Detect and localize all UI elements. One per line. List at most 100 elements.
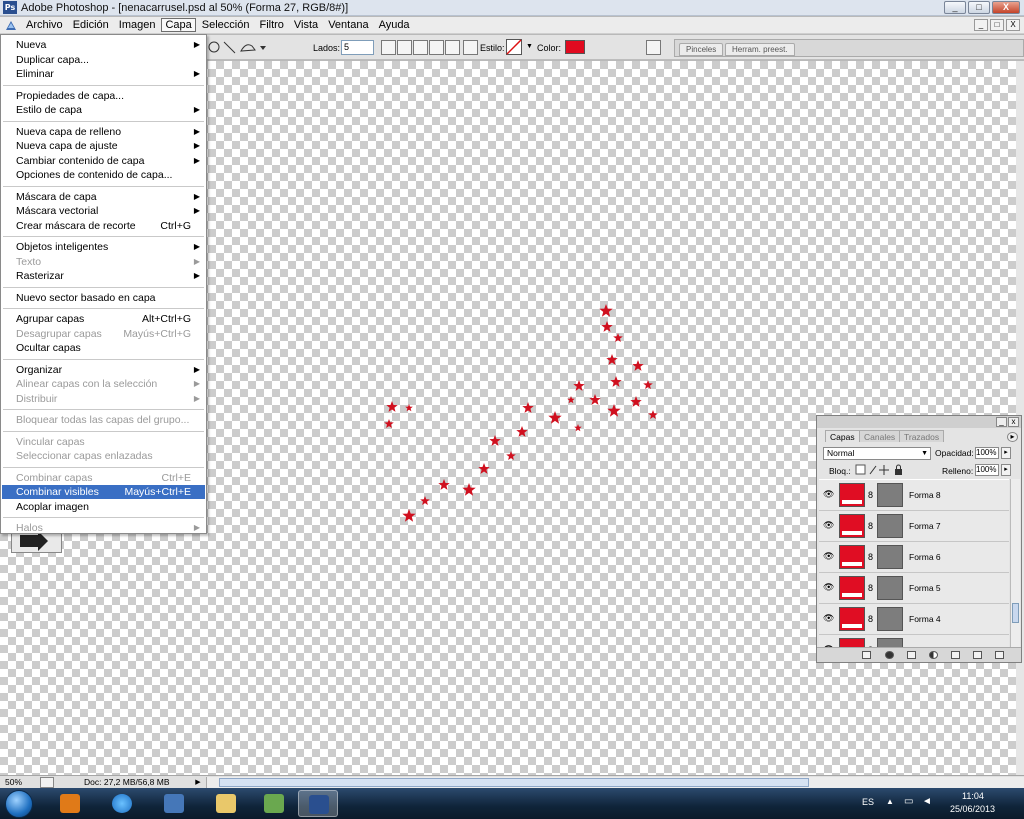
zoom-level[interactable]: 50% <box>5 777 22 788</box>
network-icon[interactable]: ▭ <box>904 796 913 807</box>
mask-link-icon[interactable]: 8 <box>868 490 873 500</box>
lados-input[interactable]: 5 <box>341 40 374 55</box>
layer-row[interactable]: 👁 8 Forma 7 <box>819 511 1009 542</box>
layer-row[interactable]: 👁 8 Forma 5 <box>819 573 1009 604</box>
menu-ventana[interactable]: Ventana <box>324 18 372 32</box>
taskbar-media-player[interactable] <box>50 790 90 817</box>
tab-pinceles[interactable]: Pinceles <box>679 43 724 56</box>
menu-imagen[interactable]: Imagen <box>115 18 160 32</box>
palette-toggle-icon[interactable] <box>646 40 661 55</box>
photoshop-app-icon[interactable] <box>4 19 18 32</box>
clock-date[interactable]: 25/06/2013 <box>950 804 995 814</box>
capa-menu-item[interactable]: Nuevo sector basado en capa <box>2 291 205 305</box>
doc-restore-button[interactable]: □ <box>990 19 1004 31</box>
link-style-icon[interactable] <box>463 40 478 55</box>
capa-menu-item[interactable]: Duplicar capa... <box>2 53 205 67</box>
language-indicator[interactable]: ES <box>862 797 874 807</box>
menu-archivo[interactable]: Archivo <box>22 18 67 32</box>
capa-menu-item[interactable]: Estilo de capa ▶ <box>2 103 205 117</box>
volume-icon[interactable]: ◄ <box>922 796 932 807</box>
layers-scrollbar[interactable] <box>1010 479 1020 647</box>
mode-intersect-icon[interactable] <box>429 40 444 55</box>
panel-titlebar[interactable]: _ x <box>817 416 1021 428</box>
taskbar-app-5[interactable] <box>254 790 294 817</box>
color-swatch[interactable] <box>565 40 585 54</box>
capa-menu-item[interactable]: Nueva capa de ajuste ▶ <box>2 139 205 153</box>
menu-edicion[interactable]: Edición <box>69 18 113 32</box>
mode-new-layer-icon[interactable] <box>381 40 396 55</box>
layer-row[interactable]: 👁 8 Forma 8 <box>819 480 1009 511</box>
opacity-input[interactable]: 100% <box>975 447 999 459</box>
shape-tool-icons[interactable] <box>208 40 268 55</box>
mask-link-icon[interactable]: 8 <box>868 583 873 593</box>
style-none-icon[interactable] <box>506 39 522 55</box>
horizontal-scrollbar[interactable] <box>206 777 1024 788</box>
taskbar-internet-explorer[interactable] <box>102 790 142 817</box>
capa-menu-item[interactable]: Opciones de contenido de capa... <box>2 168 205 182</box>
doc-minimize-button[interactable]: _ <box>974 19 988 31</box>
link-layers-icon[interactable] <box>862 651 871 659</box>
status-menu-arrow-icon[interactable]: ▶ <box>193 777 203 788</box>
capa-menu-item[interactable]: Propiedades de capa... <box>2 89 205 103</box>
clock-time[interactable]: 11:04 <box>962 791 984 801</box>
visibility-eye-icon[interactable]: 👁 <box>823 552 834 561</box>
capa-menu-item[interactable]: Eliminar ▶ <box>2 67 205 81</box>
capa-menu-item[interactable]: Máscara vectorial ▶ <box>2 204 205 218</box>
panel-menu-icon[interactable]: ▸ <box>1007 432 1018 442</box>
capa-menu-item[interactable]: Cambiar contenido de capa ▶ <box>2 154 205 168</box>
blend-mode-select[interactable]: Normal ▼ <box>823 447 931 460</box>
doc-close-button[interactable]: X <box>1006 19 1020 31</box>
mask-link-icon[interactable]: 8 <box>868 614 873 624</box>
capa-menu-item[interactable]: Organizar ▶ <box>2 363 205 377</box>
tab-capas[interactable]: Capas <box>825 430 860 442</box>
capa-menu-item[interactable]: Nueva ▶ <box>2 38 205 52</box>
fill-slider-button[interactable]: ▸ <box>1001 464 1011 476</box>
panel-minimize-icon[interactable]: _ <box>996 417 1007 427</box>
lock-icons[interactable] <box>855 464 905 476</box>
mask-link-icon[interactable]: 8 <box>868 521 873 531</box>
capa-menu-item[interactable]: Crear máscara de recorte Ctrl+G <box>2 219 205 233</box>
tab-canales[interactable]: Canales <box>859 430 901 442</box>
add-mask-icon[interactable] <box>907 651 916 659</box>
layer-row[interactable]: 👁 8 Forma 6 <box>819 542 1009 573</box>
layer-row[interactable]: 👁 8 Forma 4 <box>819 604 1009 635</box>
adjustment-layer-icon[interactable] <box>929 651 938 659</box>
new-layer-icon[interactable] <box>973 651 982 659</box>
capa-menu-item[interactable]: Rasterizar ▶ <box>2 269 205 283</box>
mode-subtract-icon[interactable] <box>413 40 428 55</box>
capa-menu-item[interactable]: Máscara de capa ▶ <box>2 190 205 204</box>
taskbar-photoshop[interactable] <box>298 790 338 817</box>
visibility-eye-icon[interactable]: 👁 <box>823 583 834 592</box>
mode-add-icon[interactable] <box>397 40 412 55</box>
menu-capa[interactable]: Capa <box>161 18 196 32</box>
menu-ayuda[interactable]: Ayuda <box>375 18 414 32</box>
capa-menu-item[interactable]: Combinar visibles Mayús+Ctrl+E <box>2 485 205 499</box>
trash-icon[interactable] <box>995 651 1004 659</box>
menu-filtro[interactable]: Filtro <box>255 18 287 32</box>
visibility-eye-icon[interactable]: 👁 <box>823 490 834 499</box>
status-export-icon[interactable] <box>40 777 54 788</box>
style-dropdown-arrow-icon[interactable]: ▼ <box>526 43 533 50</box>
capa-menu-item[interactable]: Agrupar capas Alt+Ctrl+G <box>2 312 205 326</box>
menu-vista[interactable]: Vista <box>290 18 322 32</box>
opacity-slider-button[interactable]: ▸ <box>1001 447 1011 459</box>
tray-expand-icon[interactable]: ▲ <box>886 797 894 806</box>
layers-scroll-thumb[interactable] <box>1012 603 1019 623</box>
start-button[interactable] <box>5 790 33 818</box>
capa-menu-item[interactable]: Objetos inteligentes ▶ <box>2 240 205 254</box>
taskbar-app-3[interactable] <box>154 790 194 817</box>
layer-style-icon[interactable] <box>885 651 894 659</box>
layer-row[interactable]: 👁8Forma 3 <box>819 635 1009 647</box>
taskbar-explorer[interactable] <box>206 790 246 817</box>
panel-close-icon[interactable]: x <box>1008 417 1019 427</box>
mode-exclude-icon[interactable] <box>445 40 460 55</box>
capa-menu-item[interactable]: Nueva capa de relleno ▶ <box>2 125 205 139</box>
visibility-eye-icon[interactable]: 👁 <box>823 614 834 623</box>
capa-menu-item[interactable]: Acoplar imagen <box>2 500 205 514</box>
tab-trazados[interactable]: Trazados <box>899 430 945 442</box>
maximize-button[interactable]: □ <box>968 1 990 14</box>
tab-herramientas-preestablecidas[interactable]: Herram. preest. <box>725 43 795 56</box>
minimize-button[interactable]: _ <box>944 1 966 14</box>
close-button[interactable]: X <box>992 1 1020 14</box>
fill-input[interactable]: 100% <box>975 464 999 476</box>
